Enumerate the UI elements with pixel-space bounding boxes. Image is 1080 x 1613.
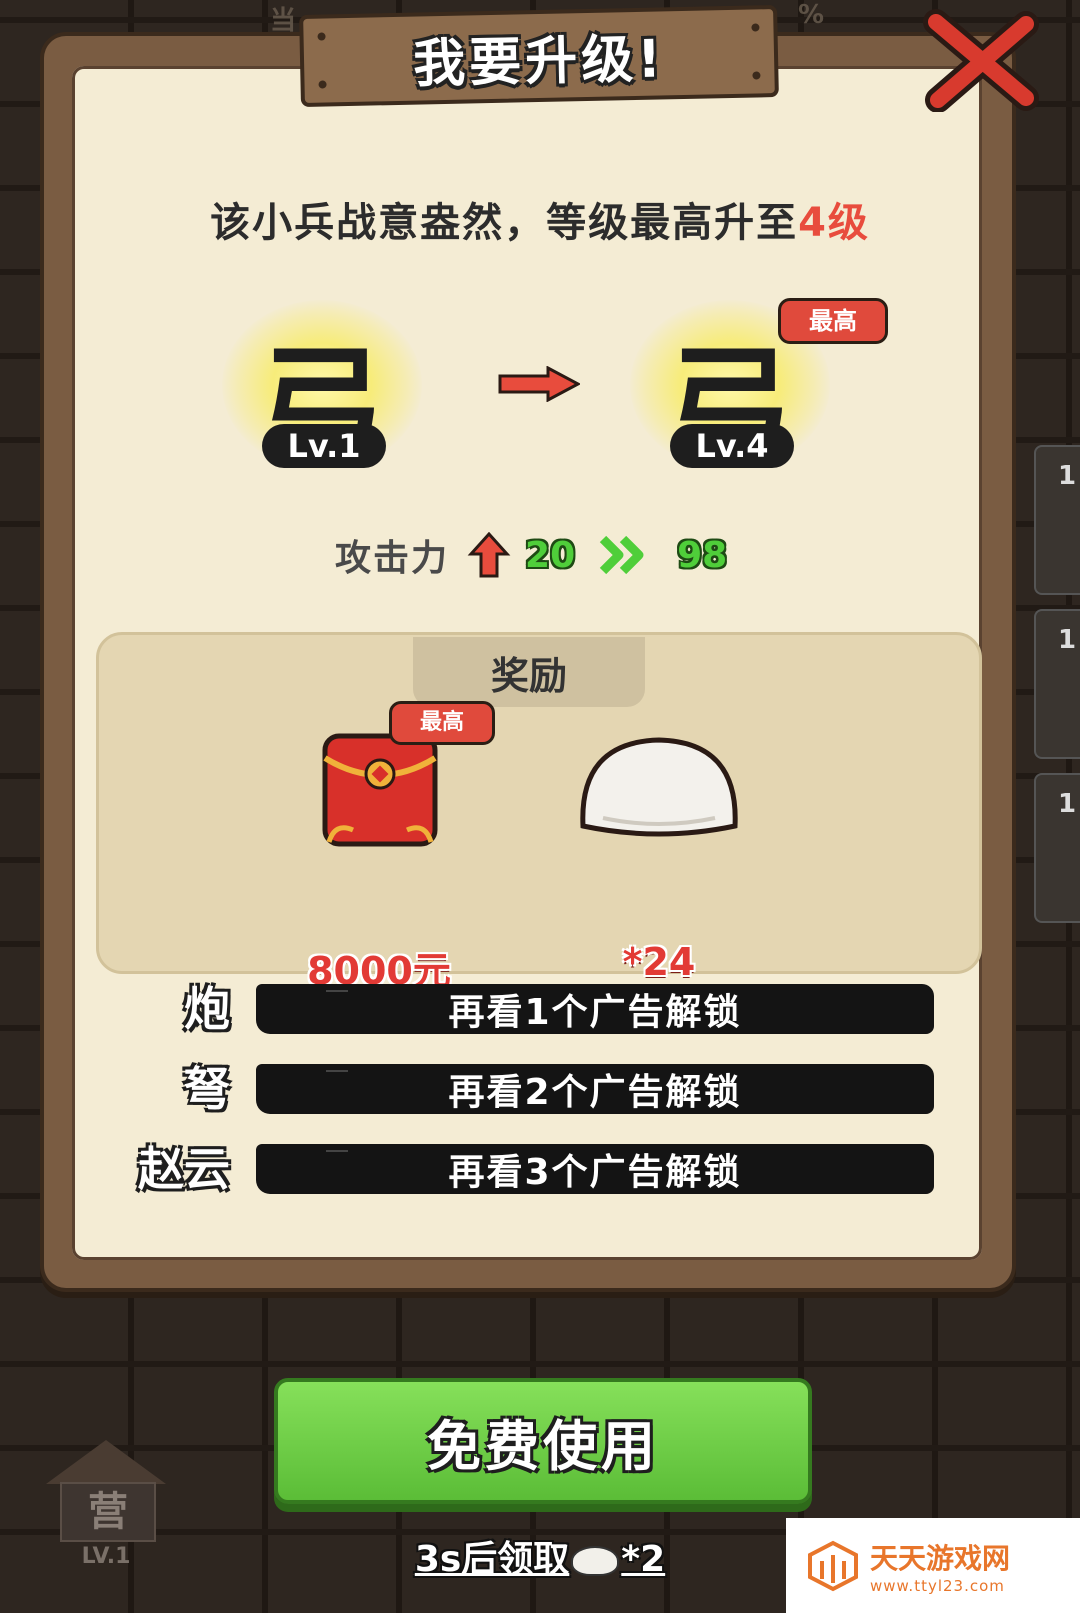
watermark-logo-icon — [808, 1540, 858, 1591]
headline-level: 4级 — [798, 200, 870, 246]
side-tiles: 1 1 1 — [1034, 445, 1080, 937]
watch-ad-unlock-button[interactable]: 再看3个广告解锁 — [256, 1144, 934, 1194]
watch-ad-unlock-button[interactable]: 再看1个广告解锁 — [256, 984, 934, 1034]
watermark-title: 天天游戏网 — [870, 1541, 1011, 1575]
steamed-bun-icon — [580, 737, 738, 837]
level-label: Lv.4 — [670, 424, 794, 468]
steamed-bun-icon — [571, 1546, 620, 1576]
red-envelope-icon — [322, 733, 438, 847]
unlock-row-cannon: 炮 再看1个广告解锁 — [100, 980, 940, 1038]
stat-to: 98 — [677, 534, 728, 576]
unlock-row-zhaoyun: 赵云 再看3个广告解锁 — [100, 1140, 940, 1198]
unit-name: 赵云 — [138, 1142, 230, 1196]
upgrade-headline: 该小兵战意盎然，等级最高升至4级 — [210, 200, 870, 246]
dialog-title: 我要升级! — [412, 28, 666, 95]
reward-panel: 奖励 8000元 最高 *24 — [96, 632, 982, 993]
watch-ad-unlock-button[interactable]: 再看2个广告解锁 — [256, 1064, 934, 1114]
free-use-button[interactable]: 免费使用 — [274, 1378, 812, 1504]
reward-title: 奖励 — [413, 637, 645, 707]
attack-stat: 攻击力 20 98 — [335, 530, 727, 580]
level-label: Lv.1 — [262, 424, 386, 468]
reward-item-bun: *24 — [559, 730, 759, 984]
reward-bun-value: *24 — [622, 940, 696, 984]
double-chevron-icon — [599, 535, 644, 575]
watermark-url: www.ttyl23.com — [870, 1576, 1005, 1595]
arrow-up-icon — [467, 532, 511, 578]
unit-current: 弓 Lv.1 — [212, 290, 432, 490]
unlock-row-crossbow: 弩 再看2个广告解锁 — [100, 1060, 940, 1118]
close-button[interactable] — [922, 8, 1040, 113]
stat-label: 攻击力 — [335, 538, 450, 579]
unit-name: 炮 — [184, 982, 230, 1036]
side-tile[interactable]: 1 — [1034, 445, 1080, 595]
stat-from: 20 — [525, 534, 576, 576]
side-tile[interactable]: 1 — [1034, 773, 1080, 923]
side-tile[interactable]: 1 — [1034, 609, 1080, 759]
max-badge: 最高 — [778, 298, 888, 344]
watermark: 天天游戏网 www.ttyl23.com — [786, 1518, 1080, 1613]
close-icon — [923, 9, 1039, 113]
arrow-right-icon — [498, 366, 580, 402]
max-badge: 最高 — [389, 701, 495, 745]
reward-item-cash: 8000元 — [279, 730, 479, 993]
title-plank: 我要升级! — [299, 5, 779, 107]
unit-name: 弩 — [184, 1062, 230, 1116]
